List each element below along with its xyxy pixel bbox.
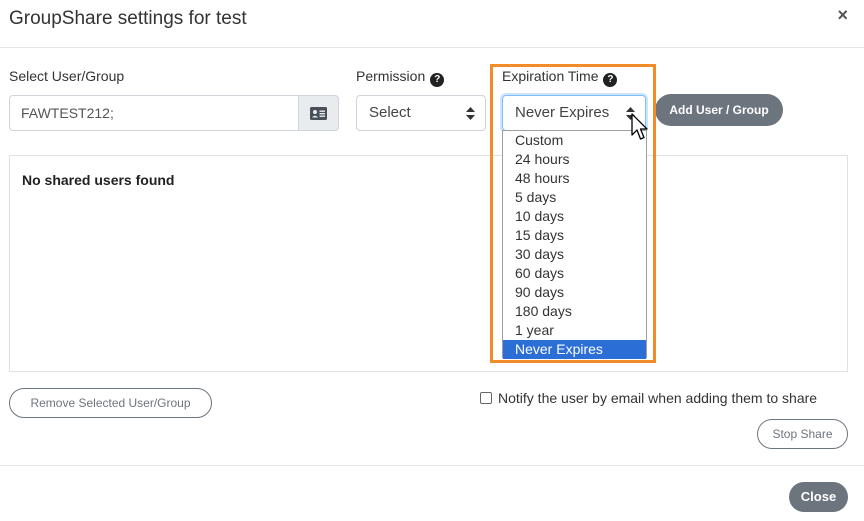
modal-title: GroupShare settings for test <box>9 8 247 29</box>
dropdown-option[interactable]: 1 year <box>503 321 646 340</box>
shared-users-table: No shared users found <box>9 155 848 372</box>
dropdown-option[interactable]: 15 days <box>503 226 646 245</box>
address-card-button[interactable] <box>298 95 339 131</box>
dropdown-option[interactable]: 60 days <box>503 264 646 283</box>
stop-share-button[interactable]: Stop Share <box>757 419 848 449</box>
select-user-label: Select User/Group <box>9 68 125 84</box>
dropdown-option[interactable]: Never Expires <box>503 340 646 359</box>
expiration-dropdown-list[interactable]: Custom 24 hours 48 hours 5 days 10 days 15 da… <box>502 130 647 359</box>
permission-label-group: Permission? <box>356 68 445 87</box>
help-icon[interactable]: ? <box>603 73 618 87</box>
dropdown-option[interactable]: 10 days <box>503 207 646 226</box>
address-card-icon <box>310 106 327 120</box>
dropdown-option[interactable]: 48 hours <box>503 169 646 188</box>
dropdown-option[interactable]: Custom <box>503 131 646 150</box>
dropdown-option[interactable]: 24 hours <box>503 150 646 169</box>
notify-label: Notify the user by email when adding the… <box>498 390 818 406</box>
permission-select-value: Select <box>369 104 411 121</box>
dropdown-option[interactable]: 30 days <box>503 245 646 264</box>
user-group-input[interactable]: FAWTEST212; <box>9 95 299 131</box>
close-button[interactable]: Close <box>789 482 848 512</box>
expiration-label-group: Expiration Time? <box>502 68 618 87</box>
expiration-label: Expiration Time <box>502 68 599 84</box>
dropdown-option[interactable]: 5 days <box>503 188 646 207</box>
footer-divider <box>0 465 864 466</box>
remove-selected-button[interactable]: Remove Selected User/Group <box>9 388 212 418</box>
expiration-select[interactable]: Never Expires <box>502 95 646 131</box>
notify-checkbox[interactable] <box>480 392 492 404</box>
dropdown-option[interactable]: 180 days <box>503 302 646 321</box>
notify-option[interactable]: Notify the user by email when adding the… <box>480 390 817 406</box>
add-user-group-button[interactable]: Add User / Group <box>655 94 783 126</box>
permission-select[interactable]: Select <box>356 95 486 131</box>
header-divider <box>0 47 864 48</box>
permission-label: Permission <box>356 68 426 84</box>
expiration-select-value: Never Expires <box>515 104 610 121</box>
help-icon[interactable]: ? <box>430 73 445 87</box>
mouse-pointer-icon <box>631 113 648 140</box>
dropdown-option[interactable]: 90 days <box>503 283 646 302</box>
select-arrows-icon <box>466 107 475 120</box>
empty-table-message: No shared users found <box>22 172 175 188</box>
close-icon[interactable]: × <box>837 5 848 26</box>
